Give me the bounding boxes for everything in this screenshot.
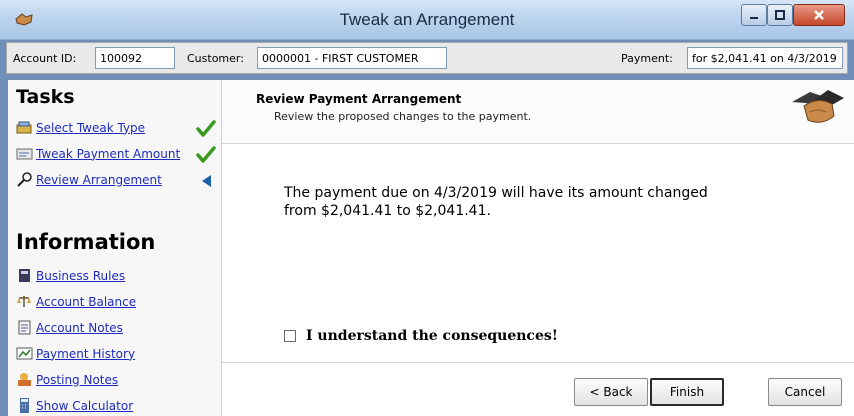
account-id-field[interactable]: 100092	[95, 47, 175, 69]
account-id-label: Account ID:	[13, 52, 77, 65]
checkmark-icon	[196, 120, 216, 137]
page-title: Review Payment Arrangement	[256, 92, 462, 106]
info-posting-notes[interactable]: Posting Notes	[16, 372, 118, 387]
info-label: Show Calculator	[36, 398, 134, 413]
checkmark-icon	[196, 146, 216, 163]
info-show-calculator[interactable]: Show Calculator	[16, 398, 133, 413]
tasks-heading: Tasks	[16, 86, 75, 108]
task-pane: Tasks Select Tweak Type Tweak Payment Am…	[8, 80, 222, 416]
consent-checkbox-row[interactable]: I understand the consequences!	[284, 328, 558, 344]
consent-checkbox[interactable]	[284, 330, 296, 342]
task-label: Review Arrangement	[36, 172, 162, 187]
finish-button[interactable]: Finish	[650, 378, 724, 406]
info-label: Posting Notes	[36, 372, 119, 387]
history-icon	[16, 347, 33, 360]
close-button[interactable]	[793, 4, 845, 26]
wizard-main-pane: Review Payment Arrangement Review the pr…	[222, 80, 854, 416]
message-line: from $2,041.41 to $2,041.41.	[284, 203, 491, 219]
task-label: Tweak Payment Amount	[36, 146, 181, 161]
task-select-tweak-type[interactable]: Select Tweak Type	[16, 120, 145, 135]
info-account-notes[interactable]: Account Notes	[16, 320, 123, 335]
minimize-button[interactable]	[741, 4, 767, 26]
info-label: Payment History	[36, 346, 136, 361]
info-account-balance[interactable]: Account Balance	[16, 294, 136, 309]
edit-icon	[16, 148, 33, 160]
arrangement-message: The payment due on 4/3/2019 will have it…	[284, 184, 804, 220]
task-review-arrangement[interactable]: Review Arrangement	[16, 172, 162, 187]
wizard-header: Review Payment Arrangement Review the pr…	[222, 80, 854, 144]
back-button[interactable]: < Back	[574, 378, 648, 406]
customer-field[interactable]: 0000001 - FIRST CUSTOMER	[257, 47, 447, 69]
book-icon	[19, 269, 30, 282]
maximize-icon	[775, 10, 785, 20]
info-label: Account Balance	[36, 294, 137, 309]
info-business-rules[interactable]: Business Rules	[16, 268, 125, 283]
current-step-icon	[202, 175, 211, 187]
balance-icon	[17, 296, 31, 307]
info-label: Account Notes	[36, 320, 123, 335]
payment-label: Payment:	[621, 52, 673, 65]
page-subtitle: Review the proposed changes to the payme…	[274, 110, 532, 123]
cancel-button[interactable]: Cancel	[768, 378, 842, 406]
consent-label: I understand the consequences!	[306, 328, 558, 344]
calculator-icon	[20, 398, 29, 413]
posting-notes-icon	[18, 373, 31, 386]
close-icon	[814, 10, 824, 20]
handshake-icon	[792, 90, 844, 123]
notes-icon	[18, 320, 31, 335]
maximize-button[interactable]	[767, 4, 793, 26]
info-label: Business Rules	[36, 268, 126, 283]
task-tweak-payment-amount[interactable]: Tweak Payment Amount	[16, 146, 180, 161]
wizard-icon	[16, 121, 32, 134]
info-payment-history[interactable]: Payment History	[16, 346, 135, 361]
payment-field[interactable]: for $2,041.41 on 4/3/2019	[687, 47, 843, 69]
divider	[222, 362, 854, 363]
message-line: The payment due on 4/3/2019 will have it…	[284, 185, 708, 201]
customer-label: Customer:	[187, 52, 244, 65]
title-bar: Tweak an Arrangement	[0, 0, 854, 40]
window-title: Tweak an Arrangement	[339, 10, 515, 29]
task-label: Select Tweak Type	[36, 120, 146, 135]
information-heading: Information	[16, 230, 156, 254]
account-header: Account ID: 100092 Customer: 0000001 - F…	[6, 42, 848, 74]
minimize-icon	[750, 17, 758, 19]
magnifier-icon	[17, 172, 32, 187]
